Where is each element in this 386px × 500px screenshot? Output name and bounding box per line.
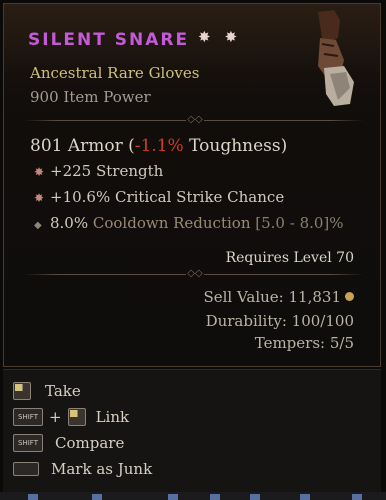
divider: ◇◇ — [24, 114, 364, 126]
compare-label: Compare — [55, 434, 125, 452]
required-level: Requires Level 70 — [225, 250, 354, 266]
item-name: SILENT SNARE — [28, 30, 190, 50]
shift-key-icon: SHIFT — [13, 408, 43, 426]
compare-action[interactable]: SHIFT Compare — [13, 434, 124, 452]
armor-suffix: Toughness) — [183, 136, 288, 156]
greater-affix-stars: ✸ ✸ — [198, 28, 251, 46]
take-label: Take — [45, 382, 81, 400]
take-action[interactable]: Take — [13, 382, 81, 400]
affix-value: 8.0% — [50, 214, 89, 232]
spacebar-key-icon — [13, 462, 39, 476]
plus-sign: + — [49, 408, 62, 426]
gold-coin-icon — [345, 292, 354, 301]
item-tooltip: SILENT SNARE ✸ ✸ Ancestral Rare Gloves 90… — [3, 3, 381, 367]
greater-affix-icon: ✸ — [34, 191, 45, 205]
link-label: Link — [95, 408, 130, 426]
shift-key-icon: SHIFT — [13, 434, 43, 452]
gloves-icon — [318, 10, 354, 106]
sell-value: Sell Value: 11,831 — [203, 288, 354, 306]
mark-junk-action[interactable]: Mark as Junk — [13, 460, 152, 478]
armor-value: 801 Armor ( — [30, 136, 135, 156]
tempers: Tempers: 5/5 — [254, 334, 354, 352]
left-click-icon — [67, 408, 86, 426]
affix-label: Cooldown Reduction — [92, 214, 251, 232]
durability: Durability: 100/100 — [205, 312, 354, 330]
affix-crit-chance: ✸ +10.6% Critical Strike Chance — [34, 188, 284, 206]
item-type: Ancestral Rare Gloves — [30, 64, 200, 82]
right-click-icon — [13, 382, 31, 400]
action-panel: Take SHIFT + Link SHIFT Compare Mark as … — [3, 369, 381, 500]
star-icon: ✸ — [198, 28, 211, 46]
item-power: 900 Item Power — [30, 88, 151, 106]
affix-cooldown: ◆ 8.0% Cooldown Reduction [5.0 - 8.0]% — [34, 214, 344, 232]
affix-strength: ✸ +225 Strength — [34, 162, 163, 180]
link-action[interactable]: SHIFT + Link — [13, 408, 129, 426]
hotbar-strip — [0, 492, 386, 500]
diamond-bullet-icon: ◆ — [34, 220, 42, 231]
toughness-change: -1.1% — [134, 136, 184, 156]
greater-affix-icon: ✸ — [34, 165, 45, 179]
armor-line: 801 Armor (-1.1% Toughness) — [30, 136, 287, 156]
divider-ornament-icon: ◇◇ — [186, 268, 204, 280]
mark-junk-label: Mark as Junk — [51, 460, 153, 478]
divider-ornament-icon: ◇◇ — [186, 114, 204, 126]
affix-text: +225 Strength — [50, 162, 164, 180]
sell-value-text: Sell Value: 11,831 — [203, 288, 341, 306]
divider: ◇◇ — [24, 268, 364, 280]
star-icon: ✸ — [224, 28, 238, 46]
affix-range: [5.0 - 8.0]% — [255, 214, 344, 232]
affix-text: +10.6% Critical Strike Chance — [50, 188, 285, 206]
